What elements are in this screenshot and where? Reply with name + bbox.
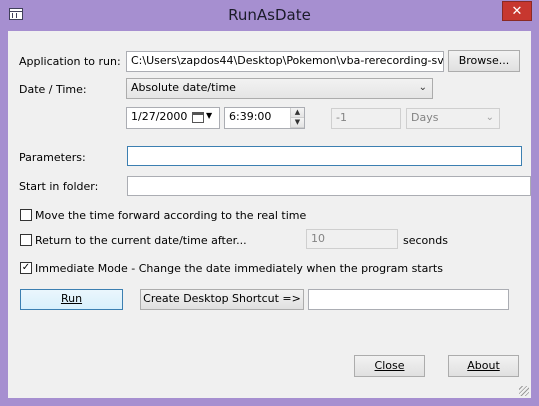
move-time-label[interactable]: Move the time forward according to the r… (35, 209, 306, 222)
run-button[interactable]: Run (20, 289, 123, 310)
start-folder-input[interactable] (127, 176, 531, 196)
about-button-label: About (467, 359, 500, 372)
parameters-label: Parameters: (19, 151, 86, 164)
datetime-label: Date / Time: (19, 83, 87, 96)
resize-grip[interactable] (519, 386, 529, 396)
immediate-mode-label[interactable]: Immediate Mode - Change the date immedia… (35, 262, 443, 275)
date-dropdown-arrow-icon[interactable]: ▼ (206, 111, 212, 120)
shortcut-name-input[interactable] (308, 289, 509, 310)
start-folder-label: Start in folder: (19, 180, 99, 193)
runasdate-window: RunAsDate ✕ Application to run: C:\Users… (0, 0, 539, 406)
application-path-input[interactable]: C:\Users\zapdos44\Desktop\Pokemon\vba-re… (126, 51, 444, 72)
about-button[interactable]: About (448, 355, 519, 377)
offset-input[interactable]: -1 (331, 108, 401, 129)
return-checkbox[interactable] (20, 234, 32, 246)
offset-unit-value: Days (411, 111, 439, 124)
calendar-icon[interactable] (192, 112, 204, 123)
run-button-label: Run (60, 292, 83, 305)
close-button-label: Close (374, 359, 405, 372)
seconds-label: seconds (403, 234, 448, 247)
offset-unit-select[interactable]: Days ⌄ (406, 108, 500, 129)
datetime-mode-select[interactable]: Absolute date/time ⌄ (126, 78, 433, 99)
window-title: RunAsDate (228, 6, 311, 24)
time-picker[interactable]: 6:39:00 ▲ ▼ (224, 107, 305, 129)
application-label: Application to run: (19, 55, 121, 68)
immediate-mode-checkbox[interactable]: ✓ (20, 262, 32, 274)
date-picker[interactable]: 1/27/2000 ▼ (126, 107, 220, 129)
window-close-button[interactable]: ✕ (502, 1, 532, 21)
return-label[interactable]: Return to the current date/time after... (35, 234, 247, 247)
datetime-mode-value: Absolute date/time (131, 81, 236, 94)
create-shortcut-button[interactable]: Create Desktop Shortcut => (140, 289, 304, 310)
move-time-checkbox[interactable] (20, 209, 32, 221)
title-bar[interactable]: RunAsDate ✕ (0, 0, 539, 31)
time-value: 6:39:00 (229, 110, 272, 123)
spin-up-icon[interactable]: ▲ (291, 108, 304, 118)
spin-down-icon[interactable]: ▼ (291, 118, 304, 128)
dialog-client-area: Application to run: C:\Users\zapdos44\De… (8, 31, 531, 398)
browse-button[interactable]: Browse... (448, 50, 520, 72)
browse-button-label: Browse... (458, 54, 510, 67)
time-spinner[interactable]: ▲ ▼ (290, 108, 304, 128)
chevron-down-icon: ⌄ (485, 112, 494, 123)
return-seconds-input[interactable]: 10 (306, 229, 398, 249)
close-button[interactable]: Close (354, 355, 425, 377)
date-value: 1/27/2000 (131, 110, 188, 123)
chevron-down-icon: ⌄ (418, 82, 427, 93)
parameters-input[interactable] (127, 146, 522, 166)
